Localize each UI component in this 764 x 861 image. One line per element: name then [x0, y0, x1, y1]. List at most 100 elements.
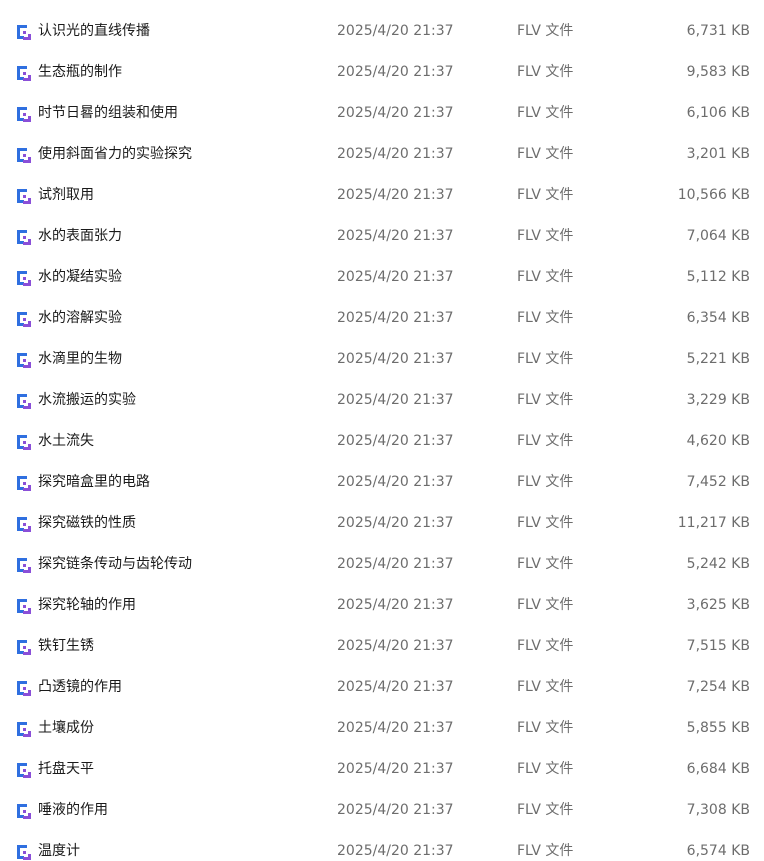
file-size: 7,254 KB — [686, 679, 750, 695]
video-file-icon — [14, 719, 34, 739]
file-row[interactable]: 水的溶解实验 2025/4/20 21:37 FLV 文件 6,354 KB — [0, 298, 764, 339]
file-row[interactable]: 生态瓶的制作 2025/4/20 21:37 FLV 文件 9,583 KB — [0, 52, 764, 93]
file-modified-date: 2025/4/20 21:37 — [337, 638, 454, 654]
file-name: 水的溶解实验 — [38, 310, 122, 326]
file-name: 时节日晷的组装和使用 — [38, 105, 178, 121]
file-modified-date: 2025/4/20 21:37 — [337, 515, 454, 531]
file-row[interactable]: 使用斜面省力的实验探究 2025/4/20 21:37 FLV 文件 3,201… — [0, 134, 764, 175]
file-name: 托盘天平 — [38, 761, 94, 777]
video-file-icon — [14, 555, 34, 575]
file-size: 6,731 KB — [686, 23, 750, 39]
file-size: 3,201 KB — [686, 146, 750, 162]
file-name: 土壤成份 — [38, 720, 94, 736]
file-name: 水滴里的生物 — [38, 351, 122, 367]
file-type: FLV 文件 — [517, 146, 574, 162]
video-file-icon — [14, 801, 34, 821]
file-name: 探究磁铁的性质 — [38, 515, 136, 531]
file-modified-date: 2025/4/20 21:37 — [337, 310, 454, 326]
file-size: 7,452 KB — [686, 474, 750, 490]
video-file-icon — [14, 145, 34, 165]
video-file-icon — [14, 473, 34, 493]
file-size: 5,112 KB — [686, 269, 750, 285]
file-modified-date: 2025/4/20 21:37 — [337, 802, 454, 818]
file-row[interactable]: 土壤成份 2025/4/20 21:37 FLV 文件 5,855 KB — [0, 708, 764, 749]
video-file-icon — [14, 63, 34, 83]
video-file-icon — [14, 104, 34, 124]
file-size: 10,566 KB — [677, 187, 750, 203]
file-name: 凸透镜的作用 — [38, 679, 122, 695]
file-type: FLV 文件 — [517, 597, 574, 613]
file-type: FLV 文件 — [517, 720, 574, 736]
file-modified-date: 2025/4/20 21:37 — [337, 433, 454, 449]
file-row[interactable]: 铁钉生锈 2025/4/20 21:37 FLV 文件 7,515 KB — [0, 626, 764, 667]
file-size: 6,354 KB — [686, 310, 750, 326]
file-name: 使用斜面省力的实验探究 — [38, 146, 192, 162]
file-modified-date: 2025/4/20 21:37 — [337, 228, 454, 244]
file-size: 7,515 KB — [686, 638, 750, 654]
video-file-icon — [14, 186, 34, 206]
video-file-icon — [14, 637, 34, 657]
file-name: 水流搬运的实验 — [38, 392, 136, 408]
file-type: FLV 文件 — [517, 556, 574, 572]
file-name: 探究链条传动与齿轮传动 — [38, 556, 192, 572]
file-row[interactable]: 水滴里的生物 2025/4/20 21:37 FLV 文件 5,221 KB — [0, 339, 764, 380]
video-file-icon — [14, 227, 34, 247]
file-size: 11,217 KB — [677, 515, 750, 531]
file-type: FLV 文件 — [517, 64, 574, 80]
video-file-icon — [14, 391, 34, 411]
file-type: FLV 文件 — [517, 638, 574, 654]
file-size: 3,229 KB — [686, 392, 750, 408]
file-type: FLV 文件 — [517, 269, 574, 285]
file-row[interactable]: 探究暗盒里的电路 2025/4/20 21:37 FLV 文件 7,452 KB — [0, 462, 764, 503]
file-name: 水土流失 — [38, 433, 94, 449]
file-row[interactable]: 水流搬运的实验 2025/4/20 21:37 FLV 文件 3,229 KB — [0, 380, 764, 421]
file-size: 6,106 KB — [686, 105, 750, 121]
file-modified-date: 2025/4/20 21:37 — [337, 187, 454, 203]
file-modified-date: 2025/4/20 21:37 — [337, 269, 454, 285]
file-row[interactable]: 认识光的直线传播 2025/4/20 21:37 FLV 文件 6,731 KB — [0, 11, 764, 52]
file-type: FLV 文件 — [517, 392, 574, 408]
file-type: FLV 文件 — [517, 228, 574, 244]
file-name: 水的凝结实验 — [38, 269, 122, 285]
file-name: 认识光的直线传播 — [38, 23, 150, 39]
file-row[interactable]: 水的表面张力 2025/4/20 21:37 FLV 文件 7,064 KB — [0, 216, 764, 257]
file-size: 5,855 KB — [686, 720, 750, 736]
file-name: 温度计 — [38, 843, 80, 859]
file-modified-date: 2025/4/20 21:37 — [337, 146, 454, 162]
file-modified-date: 2025/4/20 21:37 — [337, 761, 454, 777]
file-type: FLV 文件 — [517, 843, 574, 859]
file-modified-date: 2025/4/20 21:37 — [337, 392, 454, 408]
file-modified-date: 2025/4/20 21:37 — [337, 64, 454, 80]
file-row[interactable]: 探究磁铁的性质 2025/4/20 21:37 FLV 文件 11,217 KB — [0, 503, 764, 544]
video-file-icon — [14, 432, 34, 452]
file-row[interactable]: 试剂取用 2025/4/20 21:37 FLV 文件 10,566 KB — [0, 175, 764, 216]
file-name: 唾液的作用 — [38, 802, 108, 818]
file-modified-date: 2025/4/20 21:37 — [337, 105, 454, 121]
file-row[interactable]: 探究链条传动与齿轮传动 2025/4/20 21:37 FLV 文件 5,242… — [0, 544, 764, 585]
file-type: FLV 文件 — [517, 433, 574, 449]
file-row[interactable]: 探究轮轴的作用 2025/4/20 21:37 FLV 文件 3,625 KB — [0, 585, 764, 626]
file-row[interactable]: 水土流失 2025/4/20 21:37 FLV 文件 4,620 KB — [0, 421, 764, 462]
file-row[interactable]: 唾液的作用 2025/4/20 21:37 FLV 文件 7,308 KB — [0, 790, 764, 831]
video-file-icon — [14, 309, 34, 329]
file-list: 认识光的直线传播 2025/4/20 21:37 FLV 文件 6,731 KB… — [0, 0, 764, 861]
file-size: 6,684 KB — [686, 761, 750, 777]
video-file-icon — [14, 842, 34, 861]
file-size: 7,308 KB — [686, 802, 750, 818]
video-file-icon — [14, 268, 34, 288]
file-name: 铁钉生锈 — [38, 638, 94, 654]
file-modified-date: 2025/4/20 21:37 — [337, 556, 454, 572]
file-type: FLV 文件 — [517, 761, 574, 777]
file-modified-date: 2025/4/20 21:37 — [337, 597, 454, 613]
video-file-icon — [14, 22, 34, 42]
file-row[interactable]: 托盘天平 2025/4/20 21:37 FLV 文件 6,684 KB — [0, 749, 764, 790]
file-row[interactable]: 凸透镜的作用 2025/4/20 21:37 FLV 文件 7,254 KB — [0, 667, 764, 708]
file-size: 3,625 KB — [686, 597, 750, 613]
file-size: 6,574 KB — [686, 843, 750, 859]
file-name: 生态瓶的制作 — [38, 64, 122, 80]
file-row[interactable]: 水的凝结实验 2025/4/20 21:37 FLV 文件 5,112 KB — [0, 257, 764, 298]
video-file-icon — [14, 514, 34, 534]
file-name: 探究轮轴的作用 — [38, 597, 136, 613]
file-row[interactable]: 温度计 2025/4/20 21:37 FLV 文件 6,574 KB — [0, 831, 764, 861]
file-row[interactable]: 时节日晷的组装和使用 2025/4/20 21:37 FLV 文件 6,106 … — [0, 93, 764, 134]
